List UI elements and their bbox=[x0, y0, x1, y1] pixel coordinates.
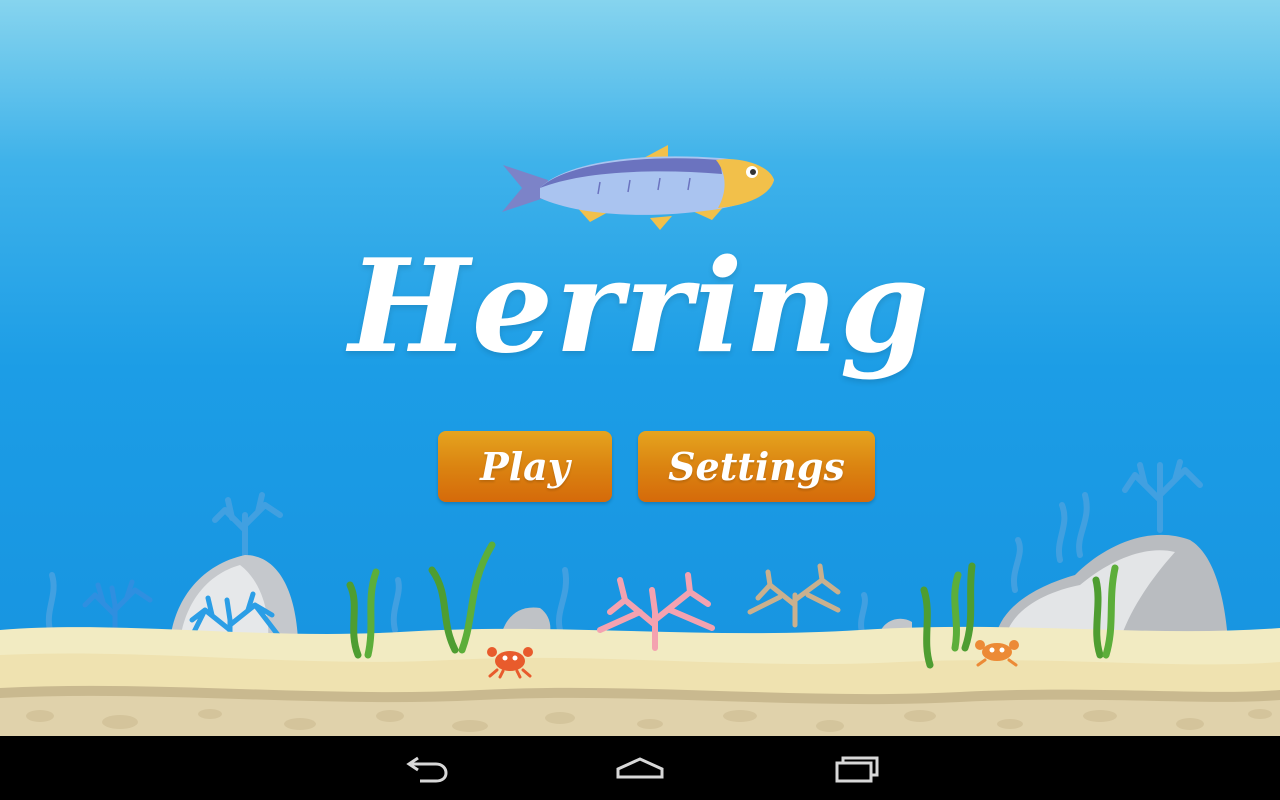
recent-apps-icon bbox=[835, 756, 879, 783]
game-scene: Herring Play Settings bbox=[0, 0, 1280, 736]
home-icon bbox=[616, 757, 664, 779]
settings-button[interactable]: Settings bbox=[638, 431, 875, 502]
tan-coral bbox=[747, 563, 841, 628]
recents-button[interactable] bbox=[825, 748, 889, 788]
settings-button-label: Settings bbox=[668, 444, 845, 489]
play-button-label: Play bbox=[480, 444, 570, 489]
game-title: Herring bbox=[348, 232, 932, 382]
back-button[interactable] bbox=[392, 748, 456, 788]
herring-fish-icon bbox=[502, 145, 774, 230]
seabed bbox=[0, 626, 1280, 736]
blue-coral-left bbox=[82, 579, 153, 635]
play-button[interactable]: Play bbox=[438, 431, 612, 502]
navigation-bar bbox=[0, 736, 1280, 800]
back-arrow-icon bbox=[406, 756, 448, 783]
home-button[interactable] bbox=[608, 748, 672, 788]
